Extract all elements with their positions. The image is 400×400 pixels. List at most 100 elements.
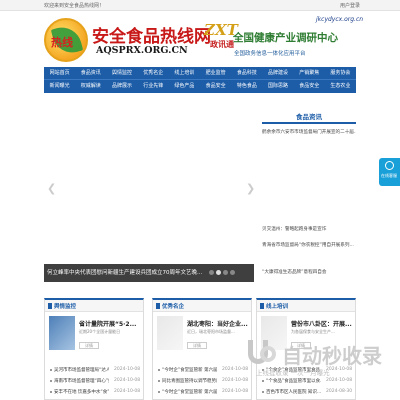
news-panel-title: 食品资讯 xyxy=(296,113,322,121)
slider-dot[interactable] xyxy=(230,270,235,275)
nav-item[interactable]: 生态农业 xyxy=(325,80,356,93)
bullet-icon xyxy=(158,369,160,371)
watermark-subtext: 上线提收录 一次一月曝光 xyxy=(256,369,330,377)
list-item-date: 2024-10-08 xyxy=(114,389,141,394)
feature-title[interactable]: 湖北枣阳：当好企业... xyxy=(187,319,248,328)
feature-desc: 近日，瑞北枣阳市场监督... xyxy=(187,329,235,334)
feature-card[interactable]: 省计量院开展“5·2... 近期20个全国计量能日 详情 xyxy=(49,316,141,360)
feature-image[interactable] xyxy=(49,316,75,350)
column-title[interactable]: 舆情监控 xyxy=(54,302,76,310)
news-item[interactable]: 青海省市场监督局“你农税控”用自开展系列... xyxy=(262,242,356,248)
logo-mark-text: 热线 xyxy=(51,36,73,49)
watermark-overlay: 自动秒收录 上线提收录 一次一月曝光 xyxy=(246,338,396,378)
list-item-date: 2024-10-08 xyxy=(222,389,249,394)
list-item[interactable]: “个食品”食品监管市里以食... 2024-10-08 xyxy=(262,378,354,385)
nav-item[interactable]: 舆情监控 xyxy=(106,67,137,79)
nav-item[interactable]: 国际思路 xyxy=(262,80,293,93)
top-bar: 欢迎来到安全食品热线网！ 用户登录 xyxy=(0,0,400,11)
feature-detail-button[interactable]: 详情 xyxy=(79,342,99,349)
main-nav: 网站首页 食品资讯 舆情监控 优秀名企 线上培训 肥业监管 食品科技 品牌建设 … xyxy=(44,67,356,93)
list-item[interactable]: 安丰不在地 饮嘉多中水“食”... 2024-10-08 xyxy=(50,389,142,396)
list-item-text[interactable]: 同比青图监管持以调节稳势向... xyxy=(162,378,217,384)
list-item-text[interactable]: “今时企”食堂监管新 第六届公... xyxy=(162,367,217,373)
feature-image[interactable] xyxy=(157,316,183,350)
watermark-text: 自动秒收录 xyxy=(282,344,382,368)
feature-title[interactable]: 省计量院开展“5·2... xyxy=(79,319,136,328)
list-item[interactable]: 吴河市市场监督管理局“达人... 2024-10-08 xyxy=(50,367,142,374)
feature-detail-button[interactable]: 详情 xyxy=(187,342,207,349)
nav-item[interactable]: 品牌展示 xyxy=(106,80,137,93)
nav-item[interactable]: 食品科技 xyxy=(231,67,262,79)
nav-item[interactable]: 权威解读 xyxy=(75,80,106,93)
nav-item[interactable]: 食品安全 xyxy=(294,80,325,93)
feature-desc: 近期20个全国计量能日 xyxy=(79,329,121,334)
bullet-icon xyxy=(50,391,52,393)
online-service-button[interactable]: 在线客服 xyxy=(379,158,400,186)
list-item[interactable]: 海南市市场监督管理“四心”推进... 2024-10-08 xyxy=(50,378,142,385)
banner-subtitle: 全国政务信息一体化应用平台 xyxy=(234,51,306,57)
nav-item[interactable]: 特色食品 xyxy=(231,80,262,93)
chevron-right-icon[interactable]: ❯ xyxy=(246,182,255,195)
feature-title[interactable]: 营份市八卦区：开展... xyxy=(291,319,352,328)
list-item-text[interactable]: “今时企”食堂监管新 第六届公... xyxy=(162,389,217,395)
news-panel: 食品资讯 鹤余余市六安市市场监督局门开展宣的二十届... 贝交温州：警略起跑身事… xyxy=(262,104,356,284)
column-tag-icon xyxy=(156,303,160,309)
bullet-icon xyxy=(262,391,264,393)
list-item-date: 2024-10-08 xyxy=(222,378,249,383)
site-name: 安全食品热线网 xyxy=(92,27,211,47)
watermark-logo-icon xyxy=(246,340,278,368)
list-item[interactable]: “今时企”食堂监管新 第六届公... 2024-10-08 xyxy=(158,367,250,374)
nav-item[interactable]: 绿色产品 xyxy=(169,80,200,93)
column-title[interactable]: 线上培训 xyxy=(266,302,288,310)
column-header: 线上培训 xyxy=(257,300,355,312)
image-slider[interactable]: ❮ ❯ 何立峰率中央代表团慰问新疆生产建设兵团成立70周年文艺晚... xyxy=(44,104,255,282)
nav-row-1: 网站首页 食品资讯 舆情监控 优秀名企 线上培训 肥业监管 食品科技 品牌建设 … xyxy=(44,67,356,80)
list-item-text[interactable]: 百色市市区人民医院 知识... xyxy=(266,389,321,395)
list-item[interactable]: 同比青图监管持以调节稳势向... 2024-10-08 xyxy=(158,378,250,385)
zxt-name: 政讯通 xyxy=(210,40,234,49)
chevron-left-icon[interactable]: ❮ xyxy=(47,182,56,195)
bullet-icon xyxy=(50,369,52,371)
nav-item[interactable]: 品牌建设 xyxy=(262,67,293,79)
nav-item[interactable]: 食品资讯 xyxy=(75,67,106,79)
bullet-icon xyxy=(158,391,160,393)
list-item-text[interactable]: 海南市市场监督管理“四心”推进... xyxy=(54,378,109,384)
slider-dot[interactable] xyxy=(209,270,214,275)
bullet-icon xyxy=(50,380,52,382)
list-item-text[interactable]: 安丰不在地 饮嘉多中水“食”... xyxy=(54,389,109,395)
news-item[interactable]: 鹤余余市六安市市场监督局门开展宣的二十届... xyxy=(262,129,356,135)
nav-item[interactable]: 食品安全 xyxy=(200,80,231,93)
nav-item[interactable]: 网站首页 xyxy=(44,67,75,79)
list-item-text[interactable]: “个食品”食品监管市里以食... xyxy=(266,378,321,384)
site-domain: AQSPRX.ORG.CN xyxy=(96,45,188,56)
slider-dot-active[interactable] xyxy=(216,270,221,275)
nav-item[interactable]: 行业先锋 xyxy=(138,80,169,93)
slider-caption[interactable]: 何立峰率中央代表团慰问新疆生产建设兵团成立70周年文艺晚... xyxy=(47,268,202,276)
nav-item[interactable]: 产销聚焦 xyxy=(294,67,325,79)
column-top-companies: 优秀名企 湖北枣阳：当好企业... 近日，瑞北枣阳市场监督... 详情 “今时企… xyxy=(152,298,252,400)
banner-url: jkcydycx.org.cn xyxy=(316,16,364,23)
news-item[interactable]: “大康得准生态品牌”意程四自会 xyxy=(262,269,356,275)
list-item[interactable]: 百色市市区人民医院 知识... 2024-08-30 xyxy=(262,389,354,396)
site-logo-icon[interactable]: 热线 xyxy=(44,18,88,62)
list-item-text[interactable]: 吴河市市场监督管理局“达人... xyxy=(54,367,109,373)
nav-item[interactable]: 肥业监管 xyxy=(200,67,231,79)
feature-card[interactable]: 湖北枣阳：当好企业... 近日，瑞北枣阳市场监督... 详情 xyxy=(157,316,249,360)
site-header: 热线 安全食品热线网 AQSPRX.ORG.CN ZXT 政讯通 jkcydyc… xyxy=(44,14,363,66)
user-login-link[interactable]: 用户登录 xyxy=(340,2,360,9)
slider-caption-bar: 何立峰率中央代表团慰问新疆生产建设兵团成立70周年文艺晚... xyxy=(44,264,254,282)
column-title[interactable]: 优秀名企 xyxy=(162,302,184,310)
chat-icon xyxy=(385,161,394,170)
bullet-icon xyxy=(158,380,160,382)
column-header: 优秀名企 xyxy=(153,300,251,312)
slider-dot[interactable] xyxy=(223,270,228,275)
list-item-date: 2024-08-30 xyxy=(326,389,353,394)
nav-item[interactable]: 服务协会 xyxy=(325,67,356,79)
news-item[interactable]: 贝交温州：警略起跑身事是宣诈 xyxy=(262,226,356,232)
nav-item[interactable]: 新闻曝光 xyxy=(44,80,75,93)
list-item-date: 2024-10-08 xyxy=(222,367,249,372)
list-item-date: 2024-10-08 xyxy=(114,378,141,383)
nav-item[interactable]: 优秀名企 xyxy=(138,67,169,79)
nav-item[interactable]: 线上培训 xyxy=(169,67,200,79)
list-item[interactable]: “今时企”食堂监管新 第六届公... 2024-10-08 xyxy=(158,389,250,396)
